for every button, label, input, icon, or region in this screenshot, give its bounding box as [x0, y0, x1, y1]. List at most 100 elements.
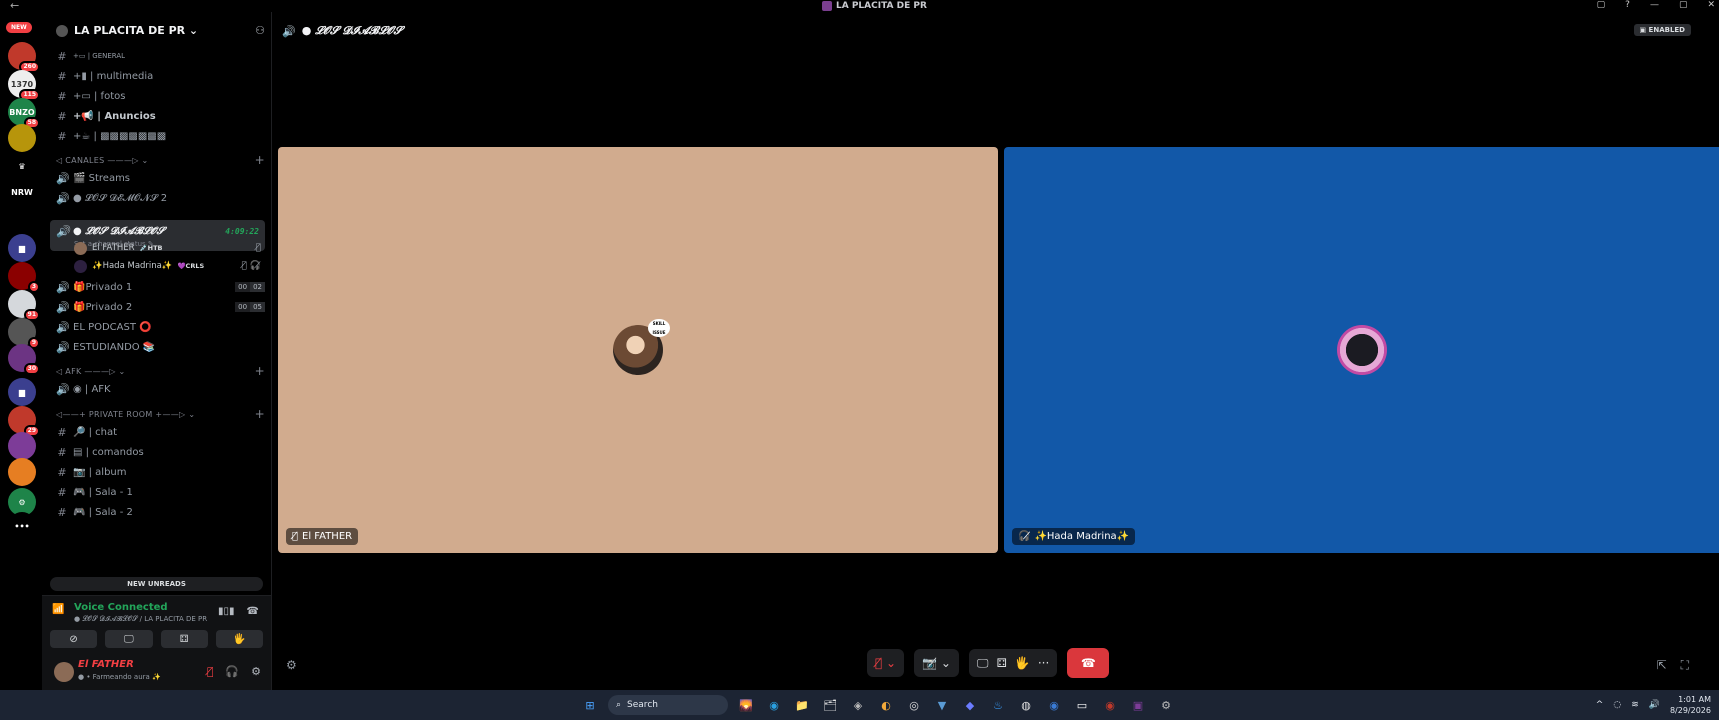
- clock[interactable]: 1:01 AM 8/29/2026: [1670, 694, 1711, 716]
- participant-tile-el-father[interactable]: SKILL ISSUE 🎙̸ El FATHER: [278, 147, 998, 553]
- server-icon[interactable]: 9: [8, 318, 40, 349]
- tray-chevron-icon[interactable]: ^: [1596, 700, 1604, 710]
- voice-user-hada-madrina[interactable]: ✨Hada Madrina✨ 💜CRLS 🎙̸ 🎧̸: [74, 257, 261, 275]
- fullscreen-icon[interactable]: ⛶: [1681, 658, 1689, 673]
- voice-channel-el-podcast[interactable]: 🔊 EL PODCAST ⭕: [56, 318, 265, 336]
- minimize-button[interactable]: —: [1650, 0, 1659, 10]
- soundboard-icon[interactable]: 🖐: [1015, 656, 1030, 670]
- server-icon[interactable]: ▆: [8, 234, 36, 262]
- mic-muted-icon[interactable]: 🎙̸: [207, 665, 214, 678]
- more-options-icon[interactable]: ···: [1038, 656, 1049, 670]
- server-icon[interactable]: •••: [8, 512, 36, 540]
- taskbar-app-icon[interactable]: ◉: [1100, 695, 1120, 715]
- camera-off-button[interactable]: ⊘: [50, 630, 98, 648]
- taskbar-app-icon[interactable]: ◆: [960, 695, 980, 715]
- voice-channel-afk[interactable]: 🔊 ◉ | AFK: [56, 380, 265, 398]
- voice-channel-estudiando[interactable]: 🔊 ESTUDIANDO 📚: [56, 338, 265, 356]
- channel-general[interactable]: # +▭ | GENERAL: [56, 47, 265, 65]
- channel-album[interactable]: # 📷 | album: [56, 463, 265, 481]
- new-unreads-button[interactable]: NEW UNREADS: [50, 577, 263, 591]
- voice-channel-privado-1[interactable]: 🔊 🎁Privado 1 00 02: [56, 278, 265, 296]
- network-icon[interactable]: ◌: [1613, 700, 1621, 710]
- channel-comandos[interactable]: # ▤ | comandos: [56, 443, 265, 461]
- server-icon[interactable]: 91: [8, 290, 40, 321]
- maximize-button[interactable]: ▢: [1679, 0, 1688, 10]
- signal-icon[interactable]: 📶: [52, 604, 66, 618]
- popout-icon[interactable]: ⇱: [1657, 658, 1667, 673]
- active-channel-row[interactable]: 🔊 ● 𝓛𝓞𝓢 𝓓𝓘𝓐𝓑𝓛𝓞𝓢 4:09:22: [56, 222, 259, 240]
- voice-channel-privado-2[interactable]: 🔊 🎁Privado 2 00 05: [56, 298, 265, 316]
- category-private-room[interactable]: ◁——+ PRIVATE ROOM +——▷ ⌄ +: [56, 407, 265, 421]
- voice-channel-streams[interactable]: 🔊 🎬 Streams: [56, 169, 265, 187]
- taskbar-app-icon[interactable]: ◐: [876, 695, 896, 715]
- taskbar-app-icon[interactable]: ◍: [1016, 695, 1036, 715]
- voice-channel-los-demons[interactable]: 🔊 ● 𝓛𝓞𝓢 𝓓𝓔𝓜𝓞𝓝𝓢 2: [56, 189, 265, 207]
- server-icon[interactable]: 29: [8, 406, 40, 437]
- mic-muted-icon[interactable]: 🎙̸ ⌄: [875, 656, 896, 670]
- taskbar-search[interactable]: ⌕ Search: [608, 695, 728, 715]
- category-canales[interactable]: ◁ CANALES ———▷ ⌄ +: [56, 153, 265, 167]
- taskbar-app-icon[interactable]: ▣: [1128, 695, 1148, 715]
- help-icon[interactable]: ?: [1625, 0, 1630, 10]
- taskbar-app-icon[interactable]: ▼: [932, 695, 952, 715]
- server-icon[interactable]: [8, 432, 36, 460]
- voice-settings-icon[interactable]: ⚙: [286, 658, 297, 672]
- channel-sala-2[interactable]: # 🎮 | Sala - 2: [56, 503, 265, 521]
- avatar[interactable]: [54, 662, 74, 682]
- server-icon[interactable]: 260: [8, 42, 40, 73]
- server-icon[interactable]: NRW: [8, 178, 36, 206]
- taskbar-app-icon[interactable]: ▭: [1072, 695, 1092, 715]
- settings-gear-icon[interactable]: ⚙: [251, 665, 261, 678]
- taskbar-app-icon[interactable]: ◉: [1044, 695, 1064, 715]
- taskbar-app-icon[interactable]: ◈: [848, 695, 868, 715]
- server-icon[interactable]: [8, 124, 36, 152]
- server-icon[interactable]: 1370 115: [8, 70, 40, 101]
- screen-share-icon[interactable]: 🖵: [977, 656, 989, 671]
- channel-unnamed[interactable]: # +☕ | ▩▩▩▩▩▩▩: [56, 127, 265, 145]
- disconnect-icon[interactable]: ☎: [247, 606, 259, 617]
- user-name[interactable]: El FATHER: [78, 659, 134, 670]
- server-icon[interactable]: BNZO 58: [8, 98, 40, 129]
- activities-icon[interactable]: ⚃: [996, 656, 1006, 670]
- channel-anuncios[interactable]: # +📢 | Anuncios: [56, 107, 265, 125]
- voice-connected-title[interactable]: Voice Connected: [74, 602, 168, 613]
- activities-button[interactable]: ⚃: [160, 630, 208, 648]
- hang-up-button[interactable]: ☎: [1067, 648, 1110, 678]
- taskbar-app-icon[interactable]: ♨: [988, 695, 1008, 715]
- server-header[interactable]: LA PLACITA DE PR ⌄ ⚇: [56, 24, 265, 37]
- close-button[interactable]: ✕: [1707, 0, 1715, 10]
- camera-toggle-group[interactable]: 📷̸ ⌄: [914, 649, 959, 677]
- taskbar-app-icon[interactable]: 📁: [792, 695, 812, 715]
- soundboard-button[interactable]: 🖐: [215, 630, 263, 648]
- noise-suppression-icon[interactable]: ▮▯▮: [218, 606, 235, 617]
- voice-user-el-father[interactable]: El FATHER 💉HTB 🎙̸: [74, 239, 261, 257]
- camera-off-icon[interactable]: 📷̸ ⌄: [922, 656, 951, 670]
- volume-icon[interactable]: 🔊: [1649, 700, 1660, 710]
- server-icon[interactable]: 3: [8, 262, 40, 293]
- channel-multimedia[interactable]: # +▮ | multimedia: [56, 67, 265, 85]
- server-icon[interactable]: [8, 458, 36, 486]
- server-icon[interactable]: 30: [8, 344, 40, 375]
- taskbar-app-icon[interactable]: ⚙: [1156, 695, 1176, 715]
- participant-tile-hada-madrina[interactable]: 🎧̸ ✨Hada Madrina✨: [1004, 147, 1719, 553]
- channel-chat[interactable]: # 🔎 | chat: [56, 423, 265, 441]
- server-icon[interactable]: ♛: [8, 152, 36, 180]
- taskbar-app-icon[interactable]: 🌄: [736, 695, 756, 715]
- taskbar-app-icon[interactable]: ◉: [764, 695, 784, 715]
- taskbar-app-icon[interactable]: 🗂: [820, 695, 840, 715]
- inbox-icon[interactable]: ▢: [1597, 0, 1606, 10]
- add-channel-icon[interactable]: +: [255, 407, 265, 421]
- channel-fotos[interactable]: # +▭ | fotos: [56, 87, 265, 105]
- start-icon[interactable]: ⊞: [580, 695, 600, 715]
- enabled-badge[interactable]: ▣ ENABLED: [1633, 24, 1691, 36]
- screen-share-button[interactable]: 🖵: [105, 630, 153, 648]
- add-friend-icon[interactable]: ⚇: [255, 24, 265, 37]
- add-channel-icon[interactable]: +: [255, 364, 265, 378]
- voice-connected-location[interactable]: ● 𝓛𝓞𝓢 𝓓𝓘𝓐𝓑𝓛𝓞𝓢 / LA PLACITA DE PR: [74, 615, 207, 624]
- new-badge[interactable]: NEW: [6, 22, 32, 33]
- back-arrow-icon[interactable]: ←: [10, 0, 19, 12]
- add-channel-icon[interactable]: +: [255, 153, 265, 167]
- category-afk[interactable]: ◁ AFK ———▷ ⌄ +: [56, 364, 265, 378]
- channel-sala-1[interactable]: # 🎮 | Sala - 1: [56, 483, 265, 501]
- mic-toggle-group[interactable]: 🎙̸ ⌄: [867, 649, 905, 677]
